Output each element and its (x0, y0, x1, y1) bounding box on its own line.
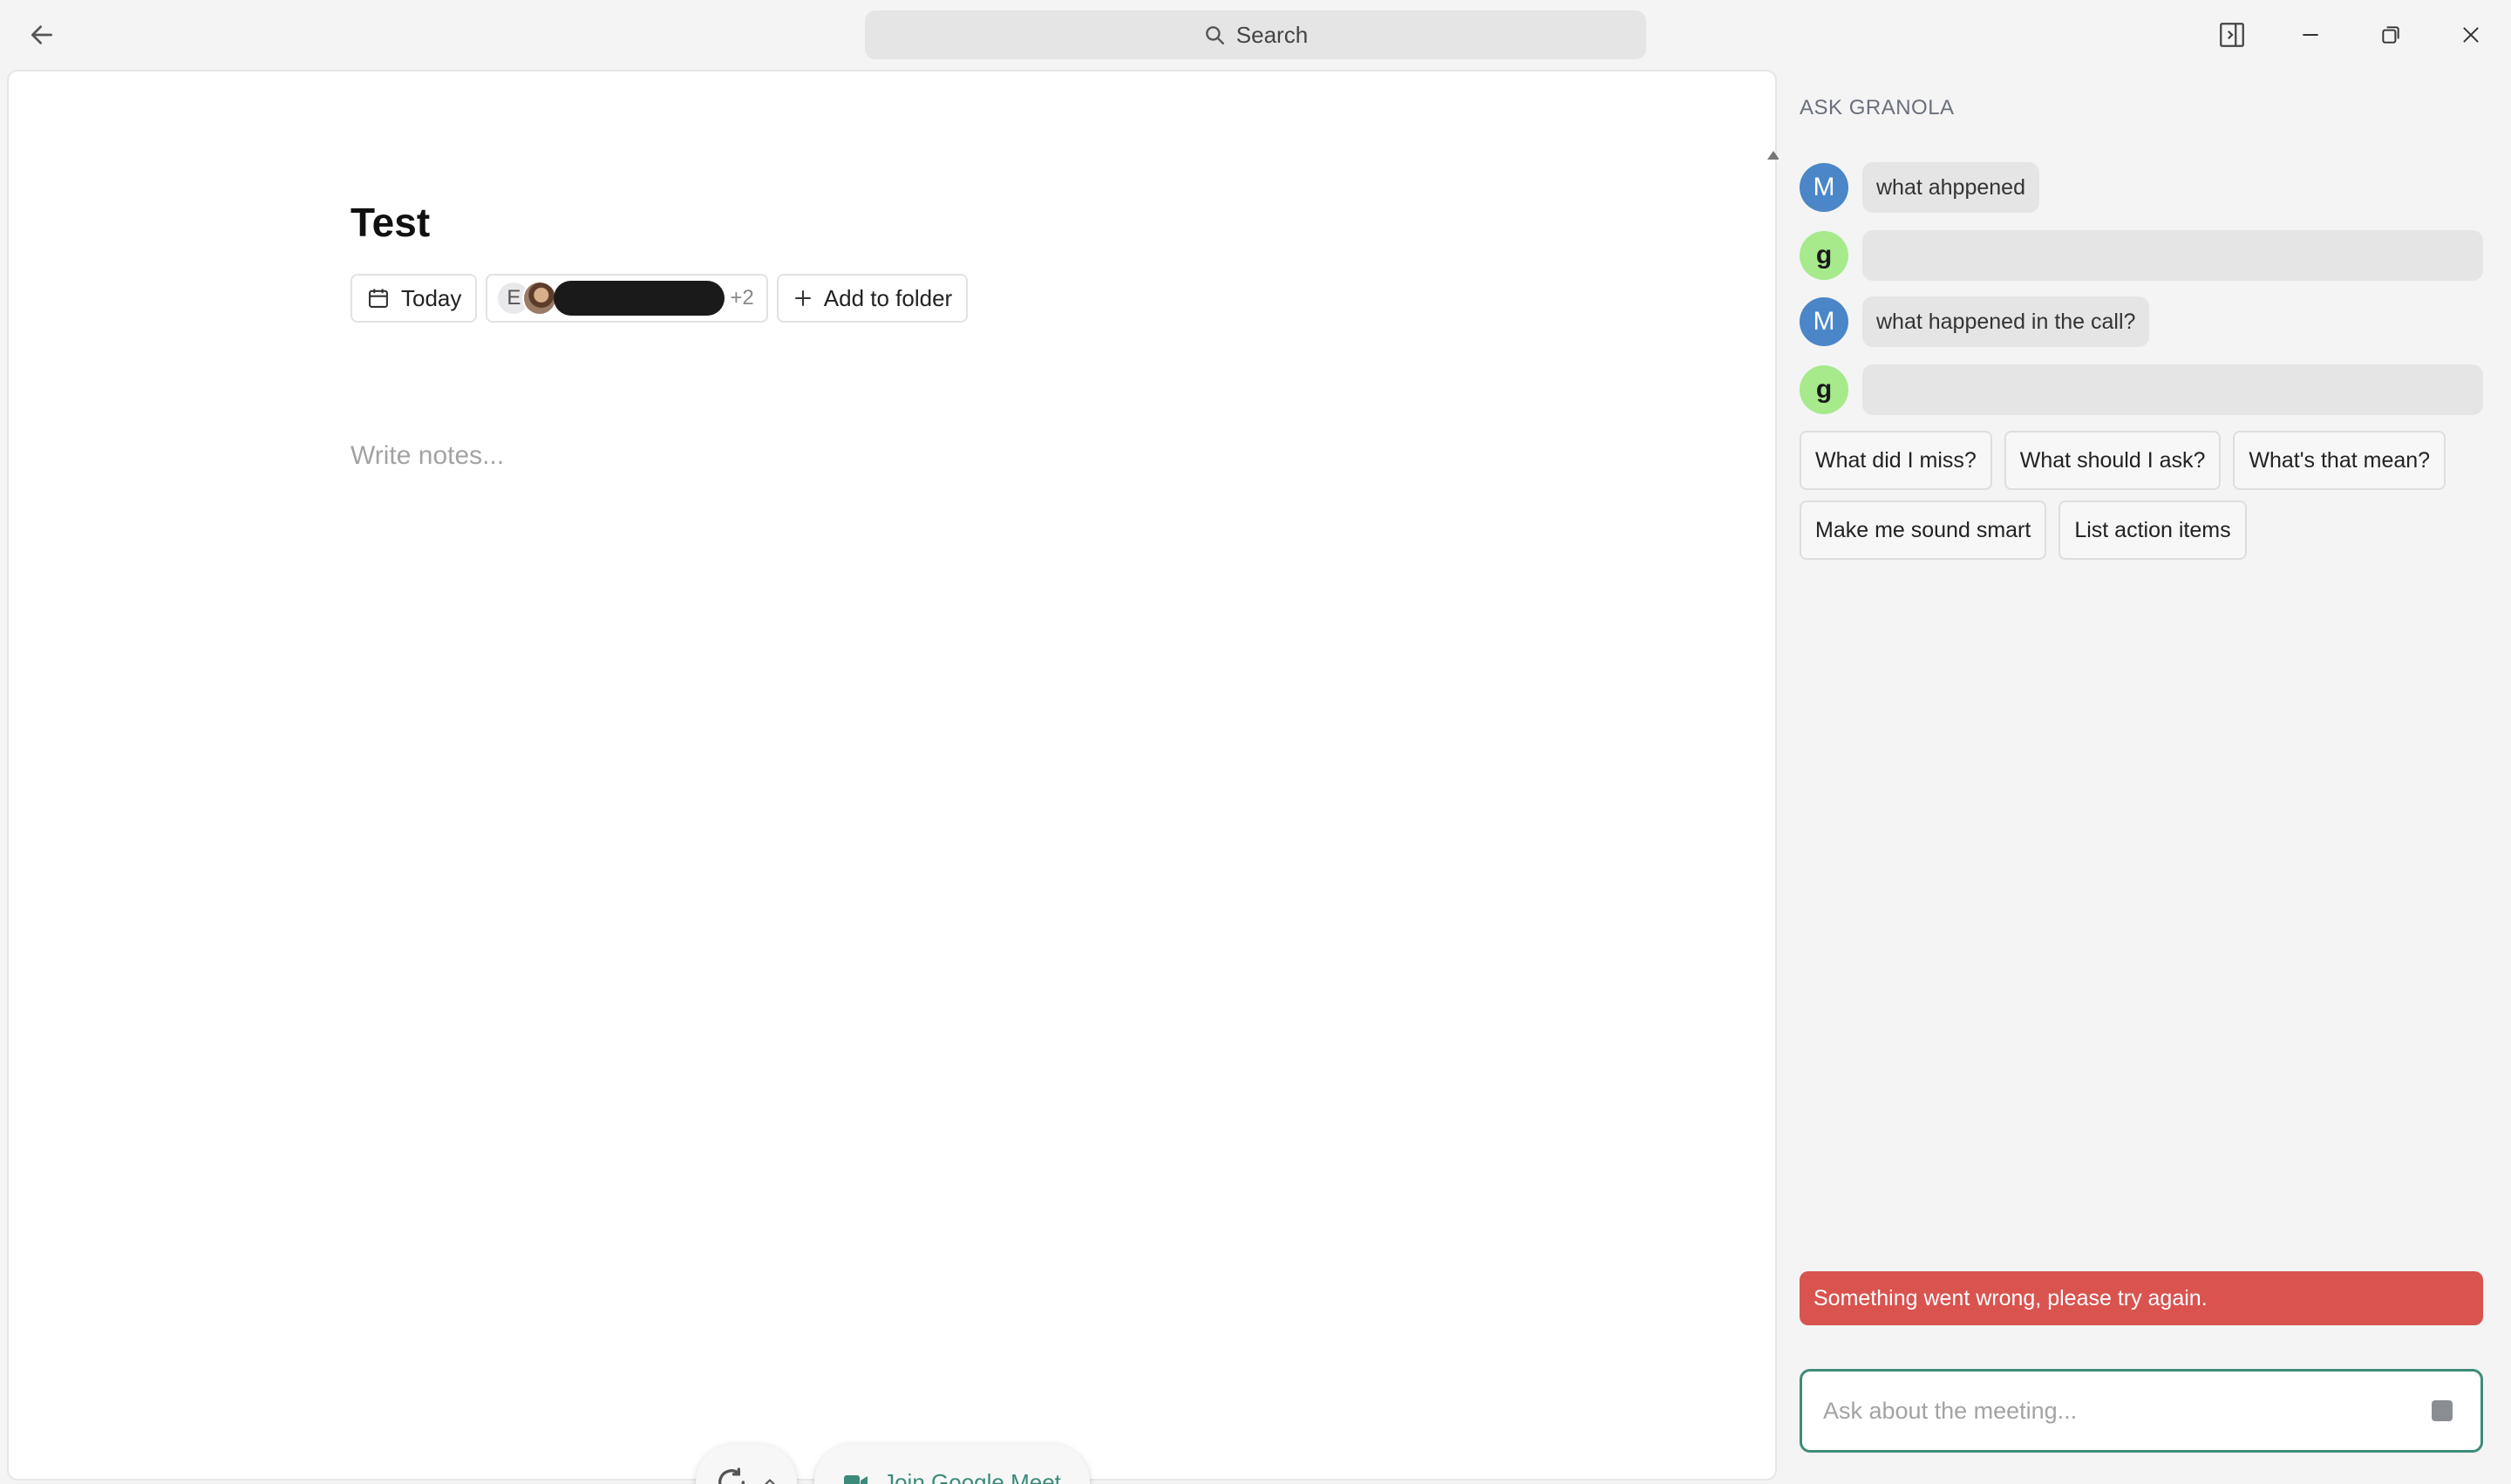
granola-avatar: g (1800, 365, 1848, 414)
chat-message-assistant: g (1800, 364, 2483, 415)
date-chip[interactable]: Today (350, 274, 478, 323)
chat-message-user: M what ahppened (1800, 162, 2039, 213)
notes-input[interactable] (350, 441, 1571, 471)
restore-icon (2382, 26, 2399, 44)
chat-message-assistant: g (1800, 230, 2483, 281)
suggestion-make-me-sound-smart[interactable]: Make me sound smart (1800, 500, 2047, 560)
suggestion-what-did-i-miss[interactable]: What did I miss? (1800, 431, 1992, 490)
video-camera-icon (844, 1475, 868, 1484)
restore-button[interactable] (2365, 12, 2417, 58)
suggestion-list-action-items[interactable]: List action items (2058, 500, 2247, 560)
chevron-up-icon (765, 1479, 775, 1484)
sidebar-panel-icon (2220, 23, 2244, 47)
join-google-meet-label: Join Google Meet (883, 1468, 1061, 1484)
title-bar: Search (0, 0, 2511, 70)
note-editor-panel: Test Today E +2 Add to folder Write note… (7, 70, 1779, 1484)
suggestion-whats-that-mean[interactable]: What's that mean? (2233, 431, 2446, 490)
calendar-icon (369, 289, 388, 308)
search-icon (1205, 26, 1224, 44)
redacted-attendee-name (554, 281, 725, 316)
ask-meeting-input[interactable] (1823, 1372, 2416, 1450)
note-title[interactable]: Test (350, 199, 430, 246)
minimize-icon (2303, 34, 2318, 36)
add-to-folder-button[interactable]: Add to folder (776, 274, 969, 323)
chat-panel-title: ASK GRANOLA (1800, 96, 1955, 119)
search-label: Search (1235, 21, 1309, 48)
attendee-photo-avatar (522, 281, 558, 316)
assistant-message-bubble (1862, 230, 2483, 281)
add-to-folder-label: Add to folder (823, 284, 953, 311)
minimize-button[interactable] (2284, 12, 2337, 58)
user-message-bubble: what ahppened (1862, 162, 2039, 213)
suggestion-what-should-i-ask[interactable]: What should I ask? (2004, 431, 2222, 490)
stop-generation-button[interactable] (2432, 1400, 2453, 1421)
join-google-meet-button[interactable]: Join Google Meet (814, 1444, 1090, 1484)
error-banner: Something went wrong, please try again. (1800, 1271, 2483, 1325)
user-avatar: M (1800, 297, 1848, 346)
attendees-chip[interactable]: E +2 (486, 274, 768, 323)
user-avatar: M (1800, 163, 1848, 212)
ask-input-box (1800, 1369, 2483, 1453)
toggle-sidebar-button[interactable] (2206, 12, 2258, 58)
note-meta-row: Today E +2 Add to folder (350, 274, 969, 323)
suggestion-row: Make me sound smart List action items (1800, 500, 2247, 560)
close-button[interactable] (2445, 12, 2497, 58)
date-label: Today (401, 284, 462, 311)
assistant-message-bubble (1862, 364, 2483, 415)
arrow-left-icon (31, 25, 52, 44)
plus-icon (794, 290, 811, 306)
loading-spinner-icon (718, 1467, 745, 1484)
chat-message-user: M what happened in the call? (1800, 296, 2150, 347)
suggestion-row: What did I miss? What should I ask? What… (1800, 431, 2446, 490)
transcription-toggle-button[interactable] (696, 1444, 797, 1484)
user-message-bubble: what happened in the call? (1862, 296, 2150, 347)
back-button[interactable] (23, 16, 61, 54)
granola-avatar: g (1800, 231, 1848, 280)
search-bar[interactable]: Search (865, 10, 1646, 59)
ask-granola-panel: ASK GRANOLA M what ahppened g M what hap… (1779, 70, 2511, 1484)
close-icon (2463, 27, 2479, 43)
attendee-more-count: +2 (730, 286, 754, 310)
